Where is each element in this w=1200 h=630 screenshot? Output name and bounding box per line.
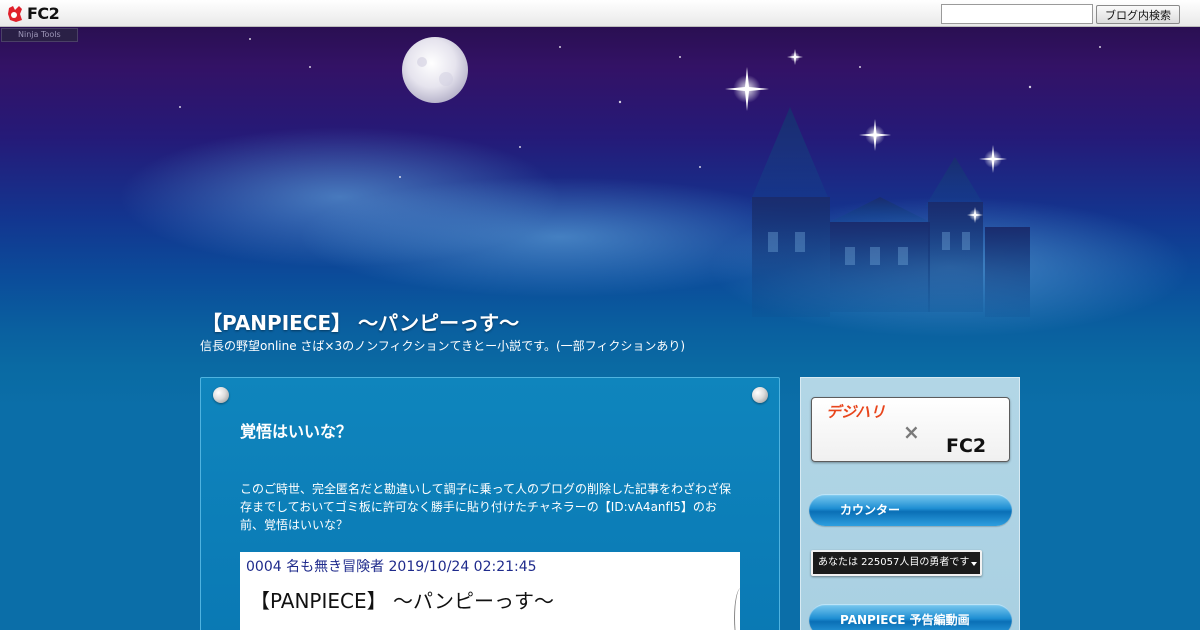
sidebar: デジハリ × FC2 カウンター あなたは 225057人目の勇者です PANP… <box>800 377 1020 630</box>
blog-description: 信長の野望online さば×3のノンフィクションてきとー小説です。(一部フィク… <box>200 339 686 353</box>
star-sparkle-icon <box>979 145 1007 173</box>
post-body: このご時世、完全匿名だと勘違いして調子に乗って人のブログの削除した記事をわざわざ… <box>240 482 732 532</box>
star-sparkle-icon <box>787 49 803 65</box>
ninja-tools-badge[interactable]: Ninja Tools <box>1 28 78 42</box>
post-image-text: 【PANPIECE】 ～パンピーっす～ <box>250 589 554 613</box>
counter-heading: カウンター <box>809 494 1012 526</box>
star-sparkle-icon <box>725 67 769 111</box>
fc2-toolbar: FC2 ブログ内検索 <box>0 0 1200 27</box>
trailer-heading: PANPIECE 予告編動画 <box>809 604 1012 630</box>
fc2-home-link[interactable]: FC2 <box>6 4 60 23</box>
blog-search-button[interactable]: ブログ内検索 <box>1096 5 1180 24</box>
post-title[interactable]: 覚悟はいいな？ <box>240 418 352 442</box>
pin-icon <box>213 387 229 403</box>
post-screenshot-image: 0004 名も無き冒険者 2019/10/24 02:21:45 【PANPIE… <box>240 552 740 630</box>
dejihari-fc2-banner[interactable]: デジハリ × FC2 <box>811 397 1010 462</box>
banner-cross: × <box>903 420 920 444</box>
dropdown-arrow-icon <box>971 562 977 566</box>
moon-icon <box>402 37 468 103</box>
banner-right-text: FC2 <box>946 435 987 457</box>
post-panel: 覚悟はいいな？ このご時世、完全匿名だと勘違いして調子に乗って人のブログの削除し… <box>200 377 780 630</box>
blog-search-input[interactable] <box>941 4 1093 24</box>
fc2-brand-text: FC2 <box>27 4 60 23</box>
blog-title[interactable]: 【PANPIECE】 ～パンピーっす～ <box>202 307 519 336</box>
post-image-meta: 0004 名も無き冒険者 2019/10/24 02:21:45 <box>246 559 537 575</box>
star-sparkle-icon <box>859 119 891 151</box>
fc2-logo-icon <box>8 5 22 22</box>
banner-left-text: デジハリ <box>826 403 886 421</box>
pin-icon <box>752 387 768 403</box>
access-counter-text: あなたは 225057人目の勇者です <box>818 557 970 568</box>
access-counter[interactable]: あなたは 225057人目の勇者です <box>811 550 982 576</box>
